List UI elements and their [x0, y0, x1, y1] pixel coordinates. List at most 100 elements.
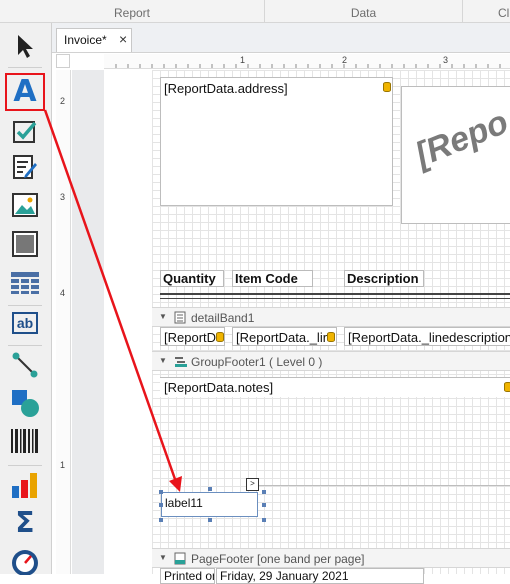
- line-icon: [12, 352, 38, 378]
- rich-text-icon: [13, 155, 37, 179]
- pointer-arrow-icon: [18, 35, 33, 58]
- character-comb-icon: ab: [12, 312, 38, 334]
- label-A-icon: A: [13, 74, 37, 109]
- horizontal-ruler: 1 2 3: [104, 54, 510, 69]
- ribbon-group-captions: Report Data Cli: [0, 0, 510, 23]
- detail-cell-description[interactable]: [ReportData._linedescription: [344, 327, 510, 346]
- ribbon-group-label: Cli: [498, 6, 510, 20]
- ribbon-group-data: Data: [265, 0, 463, 22]
- printed-on-label[interactable]: Printed on: [160, 568, 215, 584]
- sigma-icon: Σ: [15, 506, 35, 539]
- tool-rich-text[interactable]: [7, 151, 43, 183]
- label11-control[interactable]: label11: [161, 492, 258, 517]
- detail-cell-text: [ReportData._lir: [236, 330, 328, 345]
- picture-icon: [12, 193, 38, 217]
- tab-invoice[interactable]: Invoice* ×: [56, 28, 132, 52]
- address-field-text: [ReportData.address]: [164, 81, 288, 96]
- header-underline: [160, 293, 510, 295]
- resize-handle[interactable]: [159, 503, 163, 507]
- ruler-number: 3: [443, 55, 449, 65]
- panel-icon: [12, 231, 38, 257]
- detail-cell-quantity[interactable]: [ReportD: [160, 327, 225, 346]
- ruler-corner: [56, 54, 70, 68]
- header-underline-thin: [160, 298, 510, 299]
- resize-handle[interactable]: [262, 518, 266, 522]
- resize-handle[interactable]: [159, 490, 163, 494]
- database-icon: [216, 332, 224, 342]
- resize-handle[interactable]: [262, 490, 266, 494]
- detail-cell-item-code[interactable]: [ReportData._lir: [232, 327, 337, 346]
- header-label: Quantity: [163, 271, 216, 286]
- collapse-arrow-icon[interactable]: ▼: [159, 356, 167, 365]
- page-margin: [72, 70, 104, 574]
- shape-icon: [12, 390, 39, 417]
- header-quantity[interactable]: Quantity: [160, 270, 224, 287]
- group-footer-icon: [175, 357, 187, 367]
- band-group-footer[interactable]: ▼ GroupFooter1 ( Level 0 ): [152, 351, 510, 371]
- tool-barcode[interactable]: [7, 425, 43, 457]
- resize-handle[interactable]: [208, 487, 212, 491]
- tool-label[interactable]: A: [5, 73, 45, 111]
- detail-band-icon: [174, 311, 186, 324]
- ribbon-group-clipboard: Cli: [463, 0, 510, 22]
- smart-tag-button[interactable]: >: [246, 478, 259, 491]
- notes-field[interactable]: [ReportData.notes]: [160, 377, 510, 397]
- barcode-icon: [11, 429, 38, 453]
- address-field[interactable]: [ReportData.address]: [160, 77, 393, 206]
- tab-close-icon[interactable]: ×: [119, 31, 127, 47]
- header-label: Description: [347, 271, 419, 286]
- tool-line[interactable]: [7, 349, 43, 381]
- ruler-number: 4: [60, 288, 66, 298]
- resize-handle[interactable]: [159, 518, 163, 522]
- tool-checkbox[interactable]: [7, 115, 43, 147]
- header-description[interactable]: Description: [344, 270, 424, 287]
- toolbox-panel: A ab Σ: [0, 23, 52, 577]
- collapse-arrow-icon[interactable]: ▼: [159, 312, 167, 321]
- tool-picture-box[interactable]: [7, 189, 43, 221]
- table-icon: [11, 272, 39, 294]
- ruler-number: 1: [240, 55, 246, 65]
- document-tabstrip: Invoice* ×: [52, 23, 510, 53]
- stamp-text: [Repo: [410, 102, 510, 175]
- page-footer-icon: [174, 552, 186, 565]
- ruler-ticks: [115, 64, 501, 68]
- chart-icon: [12, 473, 37, 498]
- detail-cell-text: [ReportD: [164, 330, 217, 345]
- notes-field-text: [ReportData.notes]: [164, 380, 274, 395]
- database-icon: [327, 332, 335, 342]
- label11-text: label11: [165, 496, 203, 510]
- resize-handle[interactable]: [208, 518, 212, 522]
- ruler-number: 1: [60, 460, 66, 470]
- tool-chart[interactable]: [7, 469, 43, 501]
- header-item-code[interactable]: Item Code: [232, 270, 313, 287]
- tool-character-comb[interactable]: ab: [7, 307, 43, 339]
- gauge-icon: [12, 550, 38, 575]
- header-label: Item Code: [235, 271, 298, 286]
- checkbox-icon: [13, 121, 37, 143]
- ruler-number: 2: [60, 96, 66, 106]
- ruler-number: 2: [342, 55, 348, 65]
- tab-label: Invoice*: [64, 33, 107, 47]
- printed-date-field[interactable]: Friday, 29 January 2021: [216, 568, 424, 584]
- tool-pointer[interactable]: [7, 30, 43, 62]
- band-detail[interactable]: ▼ detailBand1: [152, 307, 510, 327]
- tool-shape[interactable]: [7, 387, 43, 419]
- ribbon-group-label: Report: [113, 6, 151, 20]
- printed-on-text: Printed on: [164, 569, 215, 583]
- tool-panel[interactable]: [7, 228, 43, 260]
- page-left-margin: [104, 70, 152, 574]
- tool-gauge[interactable]: [7, 545, 43, 577]
- band-page-footer[interactable]: ▼ PageFooter [one band per page]: [152, 548, 510, 568]
- detail-cell-text: [ReportData._linedescription: [348, 330, 510, 345]
- collapse-arrow-icon[interactable]: ▼: [159, 553, 167, 562]
- band-label: detailBand1: [191, 311, 255, 325]
- ribbon-group-report: Report: [0, 0, 265, 22]
- database-icon: [383, 82, 391, 92]
- stamp-field[interactable]: [Repo: [401, 86, 510, 224]
- tool-table[interactable]: [7, 267, 43, 299]
- ribbon-group-label: Data: [350, 6, 377, 20]
- resize-handle[interactable]: [262, 503, 266, 507]
- printed-date-text: Friday, 29 January 2021: [220, 569, 349, 583]
- tool-summary[interactable]: Σ: [7, 507, 43, 539]
- database-icon: [504, 382, 510, 392]
